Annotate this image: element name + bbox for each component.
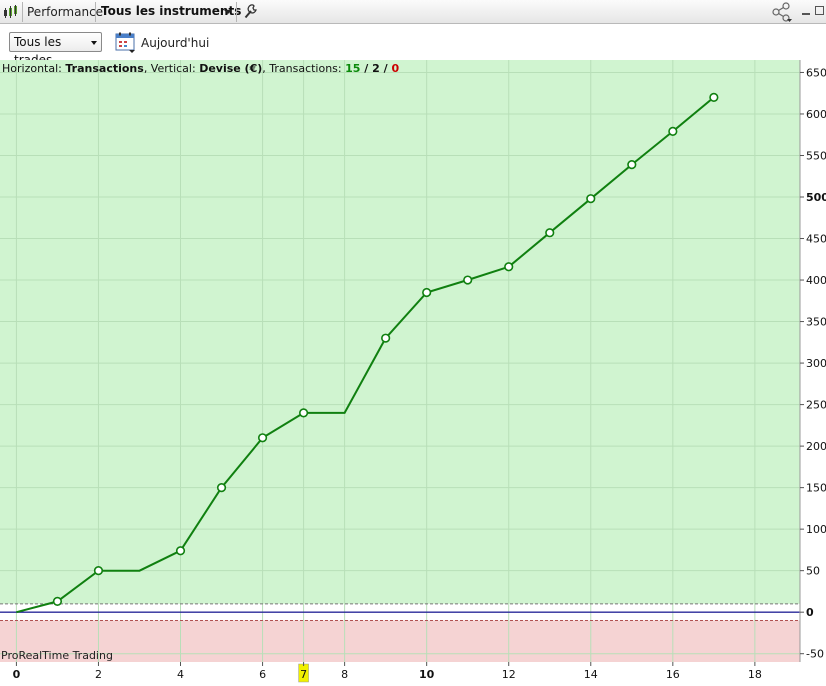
- losing-count: 0: [391, 62, 400, 75]
- date-range-label[interactable]: Aujourd'hui: [141, 36, 209, 50]
- data-point: [586, 194, 596, 204]
- x-tick-label: 2: [95, 668, 102, 681]
- toolbar: Tous les trades Aujourd'hui: [0, 24, 826, 67]
- share-icon[interactable]: [771, 2, 793, 22]
- y-tick-label: 500: [806, 191, 826, 204]
- x-tick-label: 7: [300, 668, 307, 681]
- title-separator: [236, 2, 237, 22]
- title-separator: [22, 2, 23, 22]
- neutral-count: 2: [372, 62, 380, 75]
- data-point: [52, 596, 63, 606]
- y-tick-label: 100: [806, 523, 826, 536]
- y-tick-label: 150: [806, 482, 826, 495]
- window-title: Performance: [27, 5, 104, 19]
- y-tick-label: 350: [806, 316, 826, 329]
- title-bar: Performance Tous les instruments: [0, 0, 826, 24]
- y-tick-label: 50: [806, 565, 820, 578]
- data-point: [216, 483, 227, 493]
- x-tick-label: 14: [584, 668, 598, 681]
- data-point: [709, 92, 719, 102]
- x-tick-label: 8: [341, 668, 348, 681]
- y-axis: 650600550500450400350300250200150100500-…: [800, 66, 826, 661]
- legend-text: Horizontal:: [2, 62, 66, 75]
- y-tick-label: -50: [806, 648, 824, 661]
- y-tick-label: 650: [806, 66, 826, 79]
- chevron-down-icon: [91, 41, 97, 45]
- positive-zone: [0, 60, 800, 604]
- legend-text: , Transactions:: [262, 62, 346, 75]
- data-point: [93, 566, 104, 576]
- x-tick-label: 18: [748, 668, 762, 681]
- legend-text: , Vertical:: [143, 62, 200, 75]
- x-tick-label: 16: [666, 668, 680, 681]
- x-axis: 0 2 4 6 7 8 10 12 14 16 18: [13, 662, 762, 683]
- data-point: [504, 262, 514, 272]
- x-tick-label: 6: [259, 668, 266, 681]
- x-tick-label: 4: [177, 668, 184, 681]
- data-point: [627, 160, 637, 170]
- data-point: [298, 408, 309, 418]
- y-tick-label: 550: [806, 149, 826, 162]
- y-tick-label: 0: [806, 606, 814, 619]
- legend-separator: /: [379, 62, 392, 75]
- instruments-selector[interactable]: Tous les instruments: [101, 4, 241, 18]
- y-tick-label: 300: [806, 357, 826, 370]
- y-tick-label: 250: [806, 399, 826, 412]
- data-point: [668, 126, 678, 137]
- brand-label: ProRealTime Trading: [1, 649, 113, 662]
- data-point: [422, 287, 432, 298]
- data-point: [545, 228, 555, 238]
- data-point: [257, 433, 268, 443]
- data-point: [381, 333, 391, 343]
- legend-horizontal-value: Transactions: [65, 62, 144, 75]
- data-point: [463, 275, 473, 285]
- y-tick-label: 450: [806, 233, 826, 246]
- title-separator: [95, 2, 96, 22]
- trades-filter-dropdown[interactable]: Tous les trades: [9, 32, 102, 67]
- x-tick-label: 12: [502, 668, 516, 681]
- legend-separator: /: [360, 62, 373, 75]
- y-tick-label: 400: [806, 274, 826, 287]
- legend-vertical-value: Devise (€): [199, 62, 263, 75]
- winning-count: 15: [345, 62, 361, 75]
- x-tick-label: 10: [419, 668, 435, 681]
- wrench-icon[interactable]: [244, 4, 258, 19]
- performance-chart: 650600550500450400350300250200150100500-…: [0, 60, 826, 683]
- y-tick-label: 600: [806, 108, 826, 121]
- chart-legend: Horizontal: Transactions, Vertical: Devi…: [2, 62, 399, 75]
- chevron-down-icon[interactable]: [224, 10, 232, 14]
- x-tick-label: 0: [13, 668, 21, 681]
- calendar-icon[interactable]: [115, 32, 137, 54]
- negative-zone: [0, 620, 800, 662]
- maximize-button[interactable]: [815, 6, 824, 15]
- candlestick-icon: [4, 5, 17, 18]
- minimize-button[interactable]: [802, 13, 810, 15]
- data-point: [175, 546, 186, 556]
- y-tick-label: 200: [806, 440, 826, 453]
